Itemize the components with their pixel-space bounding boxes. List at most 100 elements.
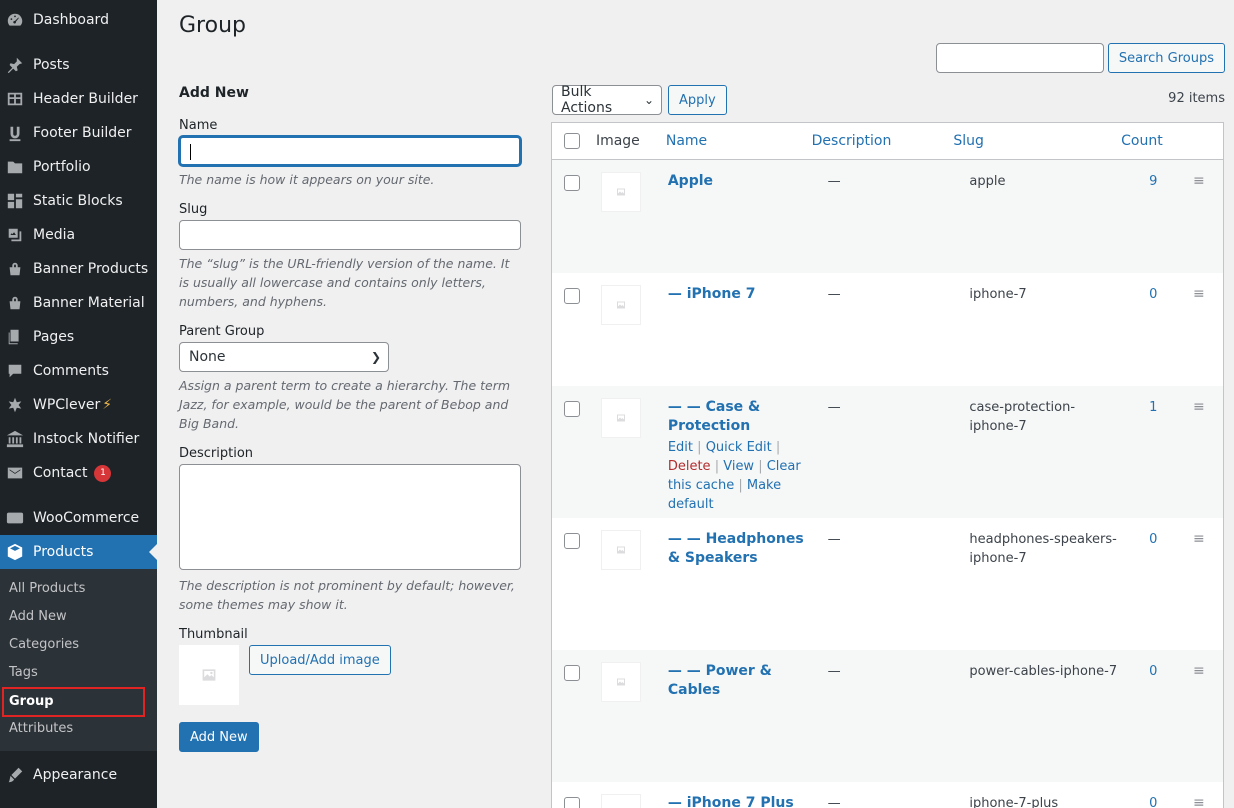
submenu-categories[interactable]: Categories bbox=[0, 631, 157, 659]
slug-input[interactable] bbox=[179, 220, 521, 250]
row-checkbox[interactable] bbox=[564, 288, 580, 304]
group-name-link[interactable]: — iPhone 7 bbox=[668, 285, 812, 304]
group-count-link[interactable]: 0 bbox=[1119, 794, 1193, 808]
lightning-icon: ⚡ bbox=[102, 397, 113, 413]
apply-button[interactable]: Apply bbox=[668, 85, 727, 115]
column-slug[interactable]: Slug bbox=[953, 133, 1119, 149]
name-label: Name bbox=[179, 118, 218, 133]
image-placeholder-icon bbox=[616, 546, 625, 554]
menu-item-appearance[interactable]: Appearance bbox=[0, 758, 157, 792]
wpclever-icon bbox=[5, 395, 25, 415]
group-count-link[interactable]: 0 bbox=[1119, 285, 1193, 304]
group-name-link[interactable]: Apple bbox=[668, 172, 812, 191]
group-thumbnail bbox=[600, 172, 641, 212]
drag-handle-icon[interactable]: ≡ bbox=[1193, 173, 1205, 189]
menu-item-banner-products[interactable]: Banner Products bbox=[0, 252, 157, 286]
page-title: Group bbox=[179, 13, 246, 38]
row-checkbox[interactable] bbox=[564, 401, 580, 417]
group-name-link[interactable]: — — Case & Protection bbox=[668, 398, 812, 436]
search-input[interactable] bbox=[935, 43, 1104, 73]
group-thumbnail bbox=[600, 530, 641, 570]
group-name-link[interactable]: — — Headphones & Speakers bbox=[668, 530, 812, 568]
group-thumbnail bbox=[600, 285, 641, 325]
menu-label: Static Blocks bbox=[33, 193, 123, 209]
column-name[interactable]: Name bbox=[666, 133, 812, 149]
group-name-link[interactable]: — — Power & Cables bbox=[668, 662, 812, 700]
view-link[interactable]: View bbox=[723, 459, 754, 474]
menu-item-media[interactable]: Media bbox=[0, 218, 157, 252]
bulk-actions-select[interactable]: Bulk Actions ⌄ bbox=[552, 84, 662, 116]
select-all-checkbox[interactable] bbox=[564, 133, 580, 149]
menu-label: Comments bbox=[33, 363, 109, 379]
group-slug: apple bbox=[969, 174, 1006, 189]
group-slug: iphone-7-plus bbox=[969, 796, 1059, 808]
chevron-down-icon: ❯ bbox=[370, 350, 381, 364]
add-group-form: Add New Name The name is how it appears … bbox=[179, 85, 523, 752]
menu-item-dashboard[interactable]: Dashboard bbox=[0, 3, 157, 37]
drag-handle-icon[interactable]: ≡ bbox=[1193, 795, 1205, 808]
drag-handle-icon[interactable]: ≡ bbox=[1193, 399, 1205, 415]
submenu-attributes[interactable]: Attributes bbox=[0, 715, 157, 743]
menu-item-wpclever[interactable]: WPClever ⚡ bbox=[0, 388, 157, 422]
menu-item-static-blocks[interactable]: Static Blocks bbox=[0, 184, 157, 218]
menu-item-contact[interactable]: Contact 1 bbox=[0, 456, 157, 490]
menu-item-woocommerce[interactable]: WooCommerce bbox=[0, 501, 157, 535]
quick-edit-link[interactable]: Quick Edit bbox=[706, 440, 772, 455]
edit-link[interactable]: Edit bbox=[668, 440, 693, 455]
name-input[interactable] bbox=[179, 136, 521, 166]
submenu-tags[interactable]: Tags bbox=[0, 659, 157, 687]
drag-handle-icon[interactable]: ≡ bbox=[1193, 663, 1205, 679]
group-name-link[interactable]: — iPhone 7 Plus bbox=[668, 794, 812, 808]
row-checkbox[interactable] bbox=[564, 665, 580, 681]
column-count[interactable]: Count bbox=[1119, 133, 1193, 149]
dashboard-icon bbox=[5, 10, 25, 30]
row-checkbox[interactable] bbox=[564, 797, 580, 808]
notification-badge: 1 bbox=[94, 464, 112, 482]
bulk-actions-label: Bulk Actions bbox=[561, 84, 613, 116]
group-count-link[interactable]: 1 bbox=[1119, 398, 1193, 417]
group-count-link[interactable]: 0 bbox=[1119, 530, 1193, 549]
submenu-add-new[interactable]: Add New bbox=[0, 603, 157, 631]
pages-icon bbox=[5, 327, 25, 347]
drag-handle-icon[interactable]: ≡ bbox=[1193, 286, 1205, 302]
menu-item-portfolio[interactable]: Portfolio bbox=[0, 150, 157, 184]
cart-icon bbox=[5, 293, 25, 313]
menu-label: Instock Notifier bbox=[33, 431, 140, 447]
u-icon bbox=[5, 123, 25, 143]
row-checkbox[interactable] bbox=[564, 175, 580, 191]
menu-label: WooCommerce bbox=[33, 510, 140, 526]
menu-item-header-builder[interactable]: Header Builder bbox=[0, 82, 157, 116]
group-description: — bbox=[827, 287, 841, 302]
menu-item-banner-material[interactable]: Banner Material bbox=[0, 286, 157, 320]
folder-icon bbox=[5, 157, 25, 177]
search-box: Search Groups bbox=[935, 43, 1225, 73]
menu-item-footer-builder[interactable]: Footer Builder bbox=[0, 116, 157, 150]
submenu-group[interactable]: Group bbox=[0, 687, 157, 717]
group-count-link[interactable]: 9 bbox=[1119, 172, 1193, 191]
group-count-link[interactable]: 0 bbox=[1119, 662, 1193, 681]
group-thumbnail bbox=[600, 662, 641, 702]
menu-item-posts[interactable]: Posts bbox=[0, 48, 157, 82]
drag-handle-icon[interactable]: ≡ bbox=[1193, 531, 1205, 547]
upload-image-button[interactable]: Upload/Add image bbox=[249, 645, 391, 675]
table-row: — iPhone 7 — iphone-7 0 ≡ bbox=[552, 273, 1223, 386]
cart-icon bbox=[5, 259, 25, 279]
admin-sidebar: Dashboard Posts Header Builder Footer Buil… bbox=[0, 0, 157, 808]
image-placeholder-icon bbox=[616, 678, 625, 686]
group-slug: iphone-7 bbox=[969, 287, 1027, 302]
row-actions: Edit | Quick Edit | Delete | View | Clea… bbox=[667, 440, 801, 512]
add-new-button[interactable]: Add New bbox=[179, 722, 259, 752]
column-description[interactable]: Description bbox=[812, 133, 954, 149]
submenu-all-products[interactable]: All Products bbox=[0, 575, 157, 603]
table-row: — — Headphones & Speakers — headphones-spe… bbox=[552, 518, 1223, 650]
menu-item-products[interactable]: Products bbox=[0, 535, 157, 569]
menu-item-comments[interactable]: Comments bbox=[0, 354, 157, 388]
menu-item-instock-notifier[interactable]: Instock Notifier bbox=[0, 422, 157, 456]
products-submenu: All Products Add New Categories Tags Gro… bbox=[0, 569, 157, 751]
description-textarea[interactable] bbox=[179, 464, 521, 570]
delete-link[interactable]: Delete bbox=[668, 459, 711, 474]
parent-select[interactable]: None ❯ bbox=[179, 342, 389, 372]
row-checkbox[interactable] bbox=[564, 533, 580, 549]
search-groups-button[interactable]: Search Groups bbox=[1107, 43, 1225, 73]
menu-item-pages[interactable]: Pages bbox=[0, 320, 157, 354]
